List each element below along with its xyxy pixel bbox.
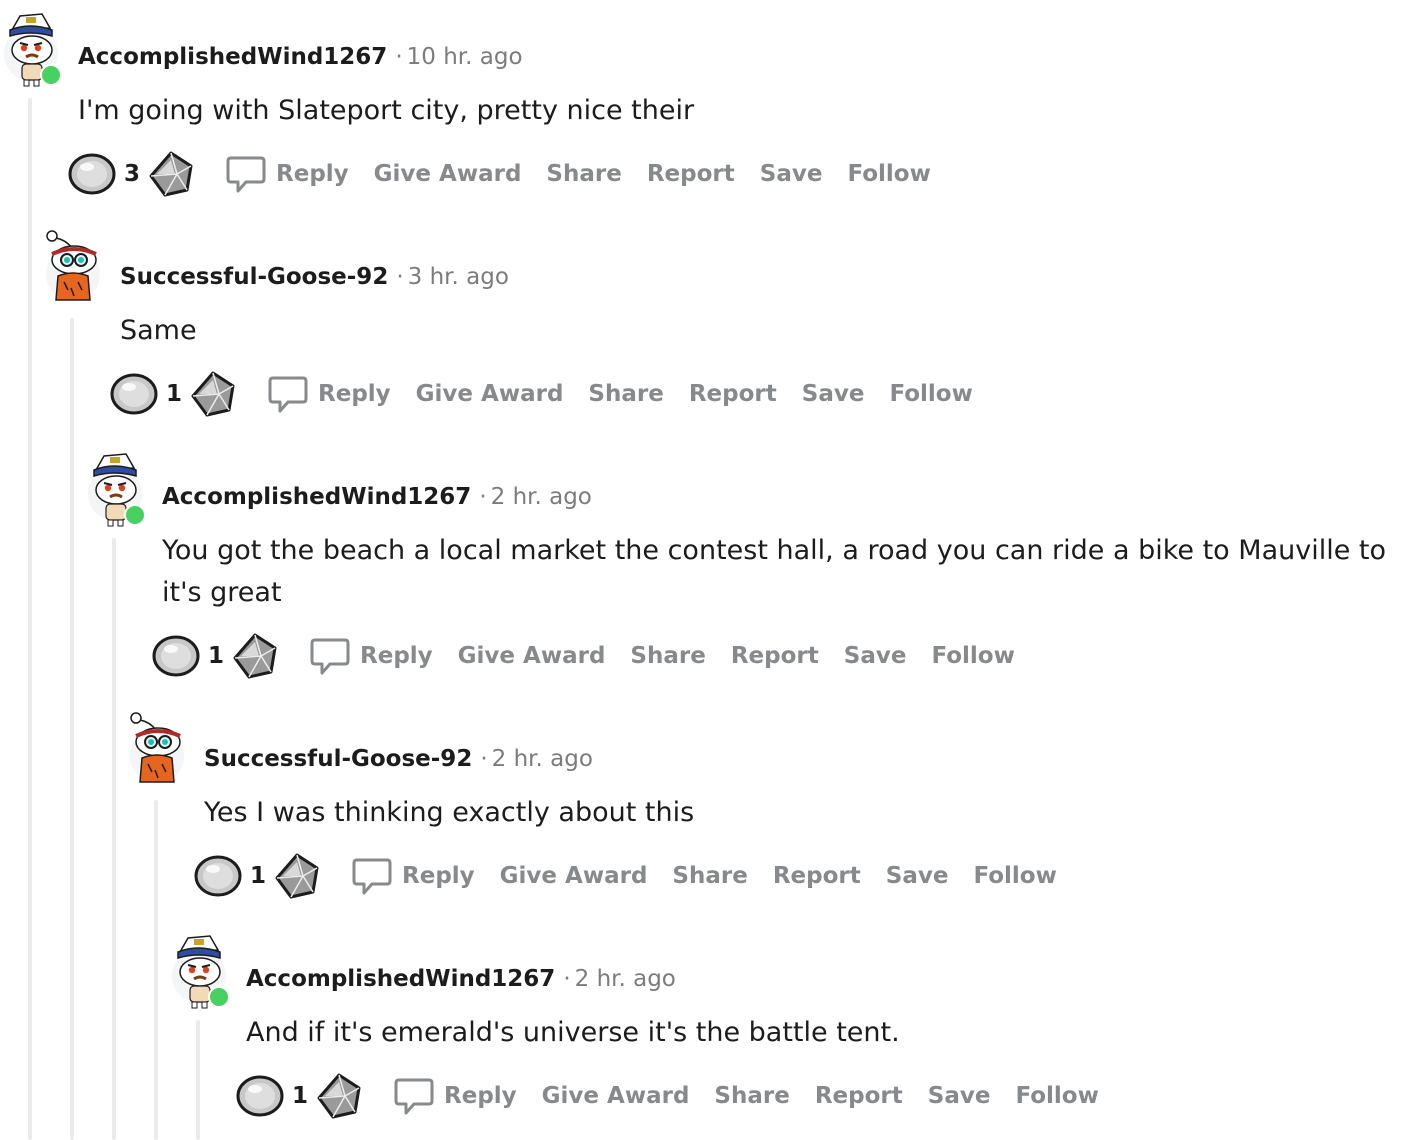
report-button[interactable]: Report <box>647 161 735 187</box>
author-link[interactable]: AccomplishedWind1267 <box>246 966 555 992</box>
share-button[interactable]: Share <box>672 863 747 889</box>
report-button[interactable]: Report <box>731 643 819 669</box>
thread-line[interactable] <box>70 318 74 1140</box>
comment-actions: 1 Reply Give Award Share Report Save Follow <box>110 370 998 418</box>
meta-separator: · <box>395 44 403 70</box>
meta-separator: · <box>480 746 488 772</box>
thread-line[interactable] <box>196 1020 200 1140</box>
downvote-icon[interactable] <box>146 151 196 197</box>
reply-icon[interactable] <box>352 855 392 897</box>
vote-score: 1 <box>208 643 225 669</box>
reply-button[interactable]: Reply <box>360 643 433 669</box>
vote-score: 3 <box>124 161 141 187</box>
downvote-icon[interactable] <box>230 633 280 679</box>
share-button[interactable]: Share <box>630 643 705 669</box>
follow-button[interactable]: Follow <box>931 643 1014 669</box>
goggles-snoo-avatar[interactable] <box>44 230 102 308</box>
comment-meta: Successful-Goose-92 · 3 hr. ago <box>120 262 509 292</box>
comment-body: Yes I was thinking exactly about this <box>204 797 695 828</box>
follow-button[interactable]: Follow <box>889 381 972 407</box>
thread-line[interactable] <box>28 98 32 1140</box>
upvote-icon[interactable] <box>236 1073 286 1119</box>
goggles-snoo-avatar[interactable] <box>128 712 186 790</box>
comment-actions: 1 Reply Give Award Share Report Save Follow <box>152 632 1040 680</box>
timestamp[interactable]: 2 hr. ago <box>492 746 593 772</box>
comment-thread: AccomplishedWind1267 · 10 hr. ago I'm going… <box>0 0 1422 1140</box>
downvote-icon[interactable] <box>272 853 322 899</box>
comment-body: And if it's emerald's universe it's the … <box>246 1017 900 1048</box>
timestamp[interactable]: 2 hr. ago <box>575 966 676 992</box>
reply-button[interactable]: Reply <box>276 161 349 187</box>
vote-score: 1 <box>292 1083 309 1109</box>
save-button[interactable]: Save <box>844 643 907 669</box>
timestamp[interactable]: 10 hr. ago <box>407 44 523 70</box>
vote-score: 1 <box>166 381 183 407</box>
reply-icon[interactable] <box>226 153 266 195</box>
reply-icon[interactable] <box>394 1075 434 1117</box>
give-award-button[interactable]: Give Award <box>500 863 648 889</box>
online-status-icon <box>40 64 62 86</box>
comment-body: I'm going with Slateport city, pretty ni… <box>78 95 695 126</box>
comment-actions: 1 Reply Give Award Share Report Save Follow <box>236 1072 1124 1120</box>
reply-button[interactable]: Reply <box>444 1083 517 1109</box>
timestamp[interactable]: 2 hr. ago <box>491 484 592 510</box>
follow-button[interactable]: Follow <box>847 161 930 187</box>
reply-button[interactable]: Reply <box>318 381 391 407</box>
meta-separator: · <box>563 966 571 992</box>
share-button[interactable]: Share <box>546 161 621 187</box>
give-award-button[interactable]: Give Award <box>416 381 564 407</box>
save-button[interactable]: Save <box>928 1083 991 1109</box>
report-button[interactable]: Report <box>773 863 861 889</box>
downvote-icon[interactable] <box>314 1073 364 1119</box>
give-award-button[interactable]: Give Award <box>542 1083 690 1109</box>
author-link[interactable]: AccomplishedWind1267 <box>162 484 471 510</box>
upvote-icon[interactable] <box>194 853 244 899</box>
save-button[interactable]: Save <box>760 161 823 187</box>
follow-button[interactable]: Follow <box>973 863 1056 889</box>
share-button[interactable]: Share <box>588 381 663 407</box>
timestamp[interactable]: 3 hr. ago <box>408 264 509 290</box>
author-link[interactable]: Successful-Goose-92 <box>204 746 472 772</box>
give-award-button[interactable]: Give Award <box>458 643 606 669</box>
comment-meta: AccomplishedWind1267 · 10 hr. ago <box>78 42 523 72</box>
comment-body: You got the beach a local market the con… <box>162 535 1387 608</box>
meta-separator: · <box>479 484 487 510</box>
follow-button[interactable]: Follow <box>1015 1083 1098 1109</box>
reply-button[interactable]: Reply <box>402 863 475 889</box>
comment-meta: Successful-Goose-92 · 2 hr. ago <box>204 744 593 774</box>
downvote-icon[interactable] <box>188 371 238 417</box>
upvote-icon[interactable] <box>68 151 118 197</box>
report-button[interactable]: Report <box>689 381 777 407</box>
upvote-icon[interactable] <box>152 633 202 679</box>
share-button[interactable]: Share <box>714 1083 789 1109</box>
comment-meta: AccomplishedWind1267 · 2 hr. ago <box>162 482 592 512</box>
comment-body: Same <box>120 315 197 346</box>
thread-line[interactable] <box>154 800 158 1140</box>
online-status-icon <box>124 504 146 526</box>
save-button[interactable]: Save <box>802 381 865 407</box>
vote-score: 1 <box>250 863 267 889</box>
online-status-icon <box>208 986 230 1008</box>
meta-separator: · <box>396 264 404 290</box>
report-button[interactable]: Report <box>815 1083 903 1109</box>
thread-line[interactable] <box>112 538 116 1140</box>
save-button[interactable]: Save <box>886 863 949 889</box>
reply-icon[interactable] <box>268 373 308 415</box>
author-link[interactable]: Successful-Goose-92 <box>120 264 388 290</box>
comment-meta: AccomplishedWind1267 · 2 hr. ago <box>246 964 676 994</box>
author-link[interactable]: AccomplishedWind1267 <box>78 44 387 70</box>
upvote-icon[interactable] <box>110 371 160 417</box>
give-award-button[interactable]: Give Award <box>374 161 522 187</box>
comment-actions: 1 Reply Give Award Share Report Save Follow <box>194 852 1082 900</box>
comment-actions: 3 Reply Give Award Share Report Save Follow <box>68 150 956 198</box>
reply-icon[interactable] <box>310 635 350 677</box>
